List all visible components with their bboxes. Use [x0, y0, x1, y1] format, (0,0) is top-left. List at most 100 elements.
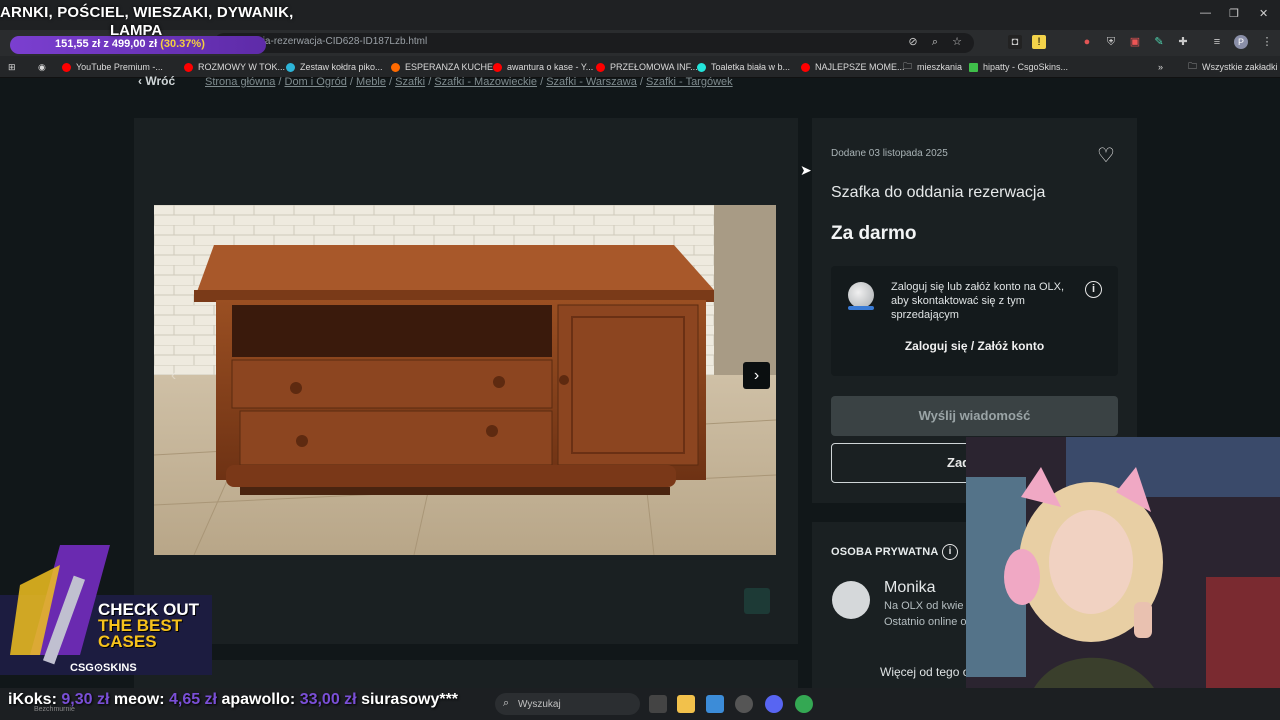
more-menu-icon[interactable]: ⋮	[1260, 35, 1274, 49]
progress-current: 151,55 zł	[55, 38, 101, 50]
folder-icon[interactable]	[677, 695, 695, 713]
progress-of: z	[103, 38, 109, 50]
login-link[interactable]: Zaloguj się / Załóż konto	[831, 339, 1118, 353]
bookmark-label: mieszkania	[917, 62, 963, 72]
chevron-right-icon[interactable]: »	[1158, 60, 1163, 74]
bookmark-item[interactable]: PRZEŁOMOWA INF...	[596, 60, 698, 74]
menu-lines-icon[interactable]: ≡	[1210, 35, 1224, 49]
next-photo-button[interactable]: ›	[743, 362, 770, 389]
breadcrumb-item[interactable]: Szafki	[395, 76, 425, 88]
profile-avatar[interactable]: P	[1234, 35, 1248, 49]
search-icon: ⌕	[503, 697, 510, 709]
bookmark-item[interactable]: Zestaw kołdra piko...	[286, 60, 383, 74]
info-icon[interactable]: i	[1085, 281, 1102, 298]
bookmark-folder[interactable]: 🗀 mieszkania	[903, 60, 962, 74]
zoom-photo-button[interactable]	[744, 588, 770, 614]
apps-grid-icon[interactable]: ⊞	[8, 60, 16, 74]
extension-icon[interactable]: !	[1032, 35, 1046, 49]
bookmark-label: Wszystkie zakładki	[1202, 62, 1278, 72]
breadcrumb-item[interactable]: Dom i Ogród	[285, 76, 347, 88]
extension-icon[interactable]: ●	[1080, 35, 1094, 49]
taskbar-search-input[interactable]	[495, 693, 640, 715]
bookmark-item[interactable]: YouTube Premium -...	[62, 60, 163, 74]
bookmark-item[interactable]: ROZMOWY W TOK...	[184, 60, 285, 74]
eye-off-icon[interactable]: ⊘	[906, 35, 920, 49]
favicon-icon	[286, 62, 295, 72]
bookmark-label: NAJLEPSZE MOME...	[815, 62, 905, 72]
listing-title: Szafka do oddania rezerwacja	[831, 184, 1046, 201]
bookmark-label: ESPERANZA KUCHE...	[405, 62, 501, 72]
moon-badge	[848, 306, 874, 310]
extension-icon[interactable]: ✎	[1152, 35, 1166, 49]
mouse-cursor-icon: ➤	[800, 162, 812, 178]
prev-photo-button[interactable]: ‹	[160, 362, 187, 389]
donation-amount: 33,00 zł	[299, 691, 357, 708]
weather-label: Bezchmurnie	[34, 706, 75, 713]
send-message-button[interactable]: Wyślij wiadomość	[831, 396, 1118, 436]
close-icon[interactable]: ✕	[1259, 7, 1268, 20]
webcam-feed	[966, 437, 1280, 720]
bookmark-label: ROZMOWY W TOK...	[198, 62, 286, 72]
bookmark-icon[interactable]: ◉	[38, 60, 46, 74]
seller-name[interactable]: Monika	[884, 579, 936, 597]
login-prompt-text: Zaloguj się lub załóż konto na OLX, aby …	[891, 281, 1065, 321]
bookmark-item[interactable]: awantura o kase - Y...	[493, 60, 593, 74]
favicon-icon	[969, 62, 978, 72]
overlay-title-line2: LAMPA	[110, 22, 163, 39]
bookmark-label: YouTube Premium -...	[76, 62, 163, 72]
all-bookmarks-folder[interactable]: 🗀 Wszystkie zakładki	[1188, 60, 1278, 74]
promo-line: CASES	[98, 632, 157, 651]
breadcrumb-item[interactable]: Szafki - Targówek	[646, 76, 733, 88]
more-from-seller-link[interactable]: Więcej od tego o	[880, 665, 969, 679]
task-view-icon[interactable]	[649, 695, 667, 713]
chrome-icon[interactable]	[795, 695, 813, 713]
breadcrumb-item[interactable]: Strona główna	[205, 76, 275, 88]
bookmark-item[interactable]: NAJLEPSZE MOME...	[801, 60, 905, 74]
minimize-icon[interactable]: —	[1200, 7, 1211, 19]
heart-icon[interactable]: ♡	[1097, 143, 1115, 168]
star-icon[interactable]: ☆	[950, 35, 964, 49]
breadcrumb-item[interactable]: Szafki - Mazowieckie	[434, 76, 537, 88]
listing-photo[interactable]	[154, 205, 776, 555]
puzzle-icon[interactable]: ✚	[1176, 35, 1190, 49]
search-placeholder: Wyszukaj	[518, 699, 561, 710]
discord-icon[interactable]	[765, 695, 783, 713]
maximize-icon[interactable]: ❐	[1229, 7, 1239, 20]
avatar	[832, 581, 870, 619]
description-panel	[134, 660, 798, 688]
favicon-icon	[184, 62, 193, 72]
app-icon[interactable]	[735, 695, 753, 713]
promo-brand: CSG⊙SKINS	[70, 662, 137, 674]
favicon-icon	[391, 62, 400, 72]
breadcrumb-item[interactable]: Szafki - Warszawa	[546, 76, 637, 88]
donation-ticker: iKoks: 9,30 zł meow: 4,65 zł apawollo: 3…	[8, 691, 458, 709]
zoom-icon[interactable]: ⌕	[928, 35, 942, 49]
breadcrumb: Strona główna / Dom i Ogród / Meble / Sz…	[205, 76, 733, 88]
folder-icon: 🗀	[1188, 61, 1198, 71]
extension-icon[interactable]: ◘	[1008, 35, 1022, 49]
info-icon[interactable]: i	[942, 544, 958, 560]
seller-type: OSOBA PRYWATNA	[831, 546, 939, 558]
bookmark-label: Zestaw kołdra piko...	[300, 62, 383, 72]
promo-headline: CHECK OUT THE BEST CASES	[98, 601, 210, 651]
extension-icon[interactable]: ▣	[1128, 35, 1142, 49]
store-icon[interactable]	[706, 695, 724, 713]
favicon-icon	[596, 62, 605, 72]
progress-percent: (30.37%)	[160, 38, 205, 50]
bookmark-item[interactable]: Toaletka biała w b...	[697, 60, 790, 74]
donor-name: meow:	[113, 691, 165, 708]
back-link[interactable]: ‹ Wróć	[138, 74, 175, 88]
streamer-webcam-icon	[966, 437, 1280, 720]
bookmark-label: Toaletka biała w b...	[711, 62, 791, 72]
shield-icon[interactable]: ⛨	[1104, 35, 1118, 49]
favicon-icon	[62, 62, 71, 72]
favicon-icon	[801, 62, 810, 72]
cabinet-photo-icon	[154, 205, 776, 555]
listing-price: Za darmo	[831, 223, 917, 244]
bookmark-item[interactable]: ESPERANZA KUCHE...	[391, 60, 501, 74]
donor-name: apawollo:	[221, 691, 296, 708]
bookmark-label: hipatty - CsgoSkins...	[983, 62, 1069, 72]
breadcrumb-item[interactable]: Meble	[356, 76, 386, 88]
donation-amount: 4,65 zł	[168, 691, 217, 708]
bookmark-item[interactable]: hipatty - CsgoSkins...	[969, 60, 1068, 74]
